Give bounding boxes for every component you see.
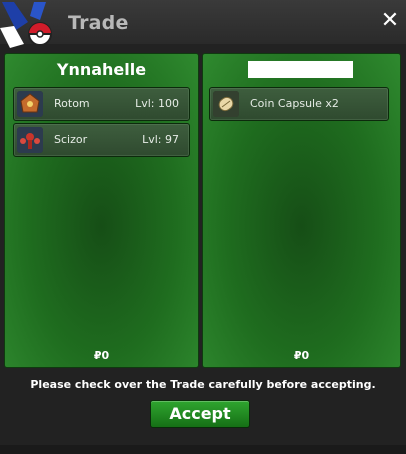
scizor-icon [17, 127, 43, 153]
left-money: ₽0 [93, 349, 110, 362]
item-level: Lvl: 100 [135, 97, 179, 110]
close-icon[interactable]: ✕ [379, 10, 401, 32]
left-player-name: Ynnahelle [56, 60, 147, 79]
right-trade-panel: Coin Capsule x2 ₽0 [202, 53, 401, 368]
pokeball-logo-icon [0, 2, 52, 48]
accept-button[interactable]: Accept [150, 400, 250, 428]
window-bottom-edge [0, 445, 406, 454]
right-money: ₽0 [293, 349, 310, 362]
trade-item-rotom[interactable]: Rotom Lvl: 100 [13, 87, 190, 121]
coin-capsule-icon [213, 91, 239, 117]
trade-notice: Please check over the Trade carefully be… [30, 378, 376, 391]
rotom-icon [17, 91, 43, 117]
redacted-player-name [248, 61, 353, 78]
title-bar[interactable]: Trade ✕ [0, 0, 406, 48]
item-name: Coin Capsule x2 [250, 97, 339, 110]
item-level: Lvl: 97 [142, 133, 179, 146]
item-name: Rotom [54, 97, 90, 110]
trade-item-coin-capsule[interactable]: Coin Capsule x2 [209, 87, 389, 121]
trade-window: Trade ✕ Ynnahelle Rotom Lvl: 100 Scizor … [0, 0, 406, 454]
item-name: Scizor [54, 133, 88, 146]
left-trade-panel: Ynnahelle Rotom Lvl: 100 Scizor Lvl: 97 … [4, 53, 199, 368]
trade-item-scizor[interactable]: Scizor Lvl: 97 [13, 123, 190, 157]
window-title: Trade [68, 12, 129, 34]
